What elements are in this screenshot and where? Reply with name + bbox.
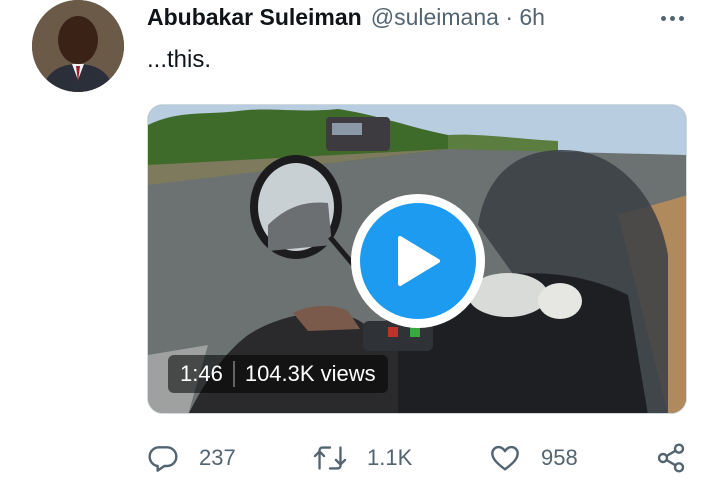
video-player[interactable]: 1:46 104.3K views (147, 104, 687, 414)
reply-count: 237 (199, 445, 236, 470)
handle-text[interactable]: @suleimana (371, 4, 499, 30)
play-button[interactable] (351, 194, 485, 328)
retweet-count: 1.1K (367, 445, 413, 470)
more-icon (660, 15, 666, 21)
tweet-actions: 237 1.1K 958 (147, 436, 692, 480)
video-duration: 1:46 (180, 361, 223, 386)
share-icon (657, 443, 685, 473)
reply-icon (148, 446, 178, 472)
tweet-header: Abubakar Suleiman @suleimana · 6h (147, 2, 545, 32)
video-views: 104.3K views (244, 361, 376, 386)
video-info-badge: 1:46 104.3K views (168, 355, 388, 393)
more-icon-dot (678, 15, 684, 21)
play-button-fill (360, 203, 476, 319)
tweet-time[interactable]: · 6h (505, 4, 545, 30)
reply-button[interactable]: 237 (147, 436, 236, 480)
play-icon (398, 236, 440, 286)
tweet-text: ...this. (147, 46, 212, 73)
author-name[interactable]: Abubakar Suleiman (147, 4, 362, 31)
author-avatar[interactable] (32, 0, 124, 92)
more-icon-dot (669, 15, 675, 21)
retweet-icon (313, 446, 347, 470)
retweet-button[interactable]: 1.1K (313, 436, 412, 480)
more-options-button[interactable] (652, 8, 692, 28)
heart-icon (491, 445, 519, 471)
share-button[interactable] (655, 436, 687, 480)
like-button[interactable]: 958 (489, 436, 578, 480)
badge-divider (232, 361, 235, 387)
author-handle: @suleimana · 6h (371, 4, 545, 31)
like-count: 958 (541, 445, 578, 470)
avatar-image (32, 0, 124, 92)
